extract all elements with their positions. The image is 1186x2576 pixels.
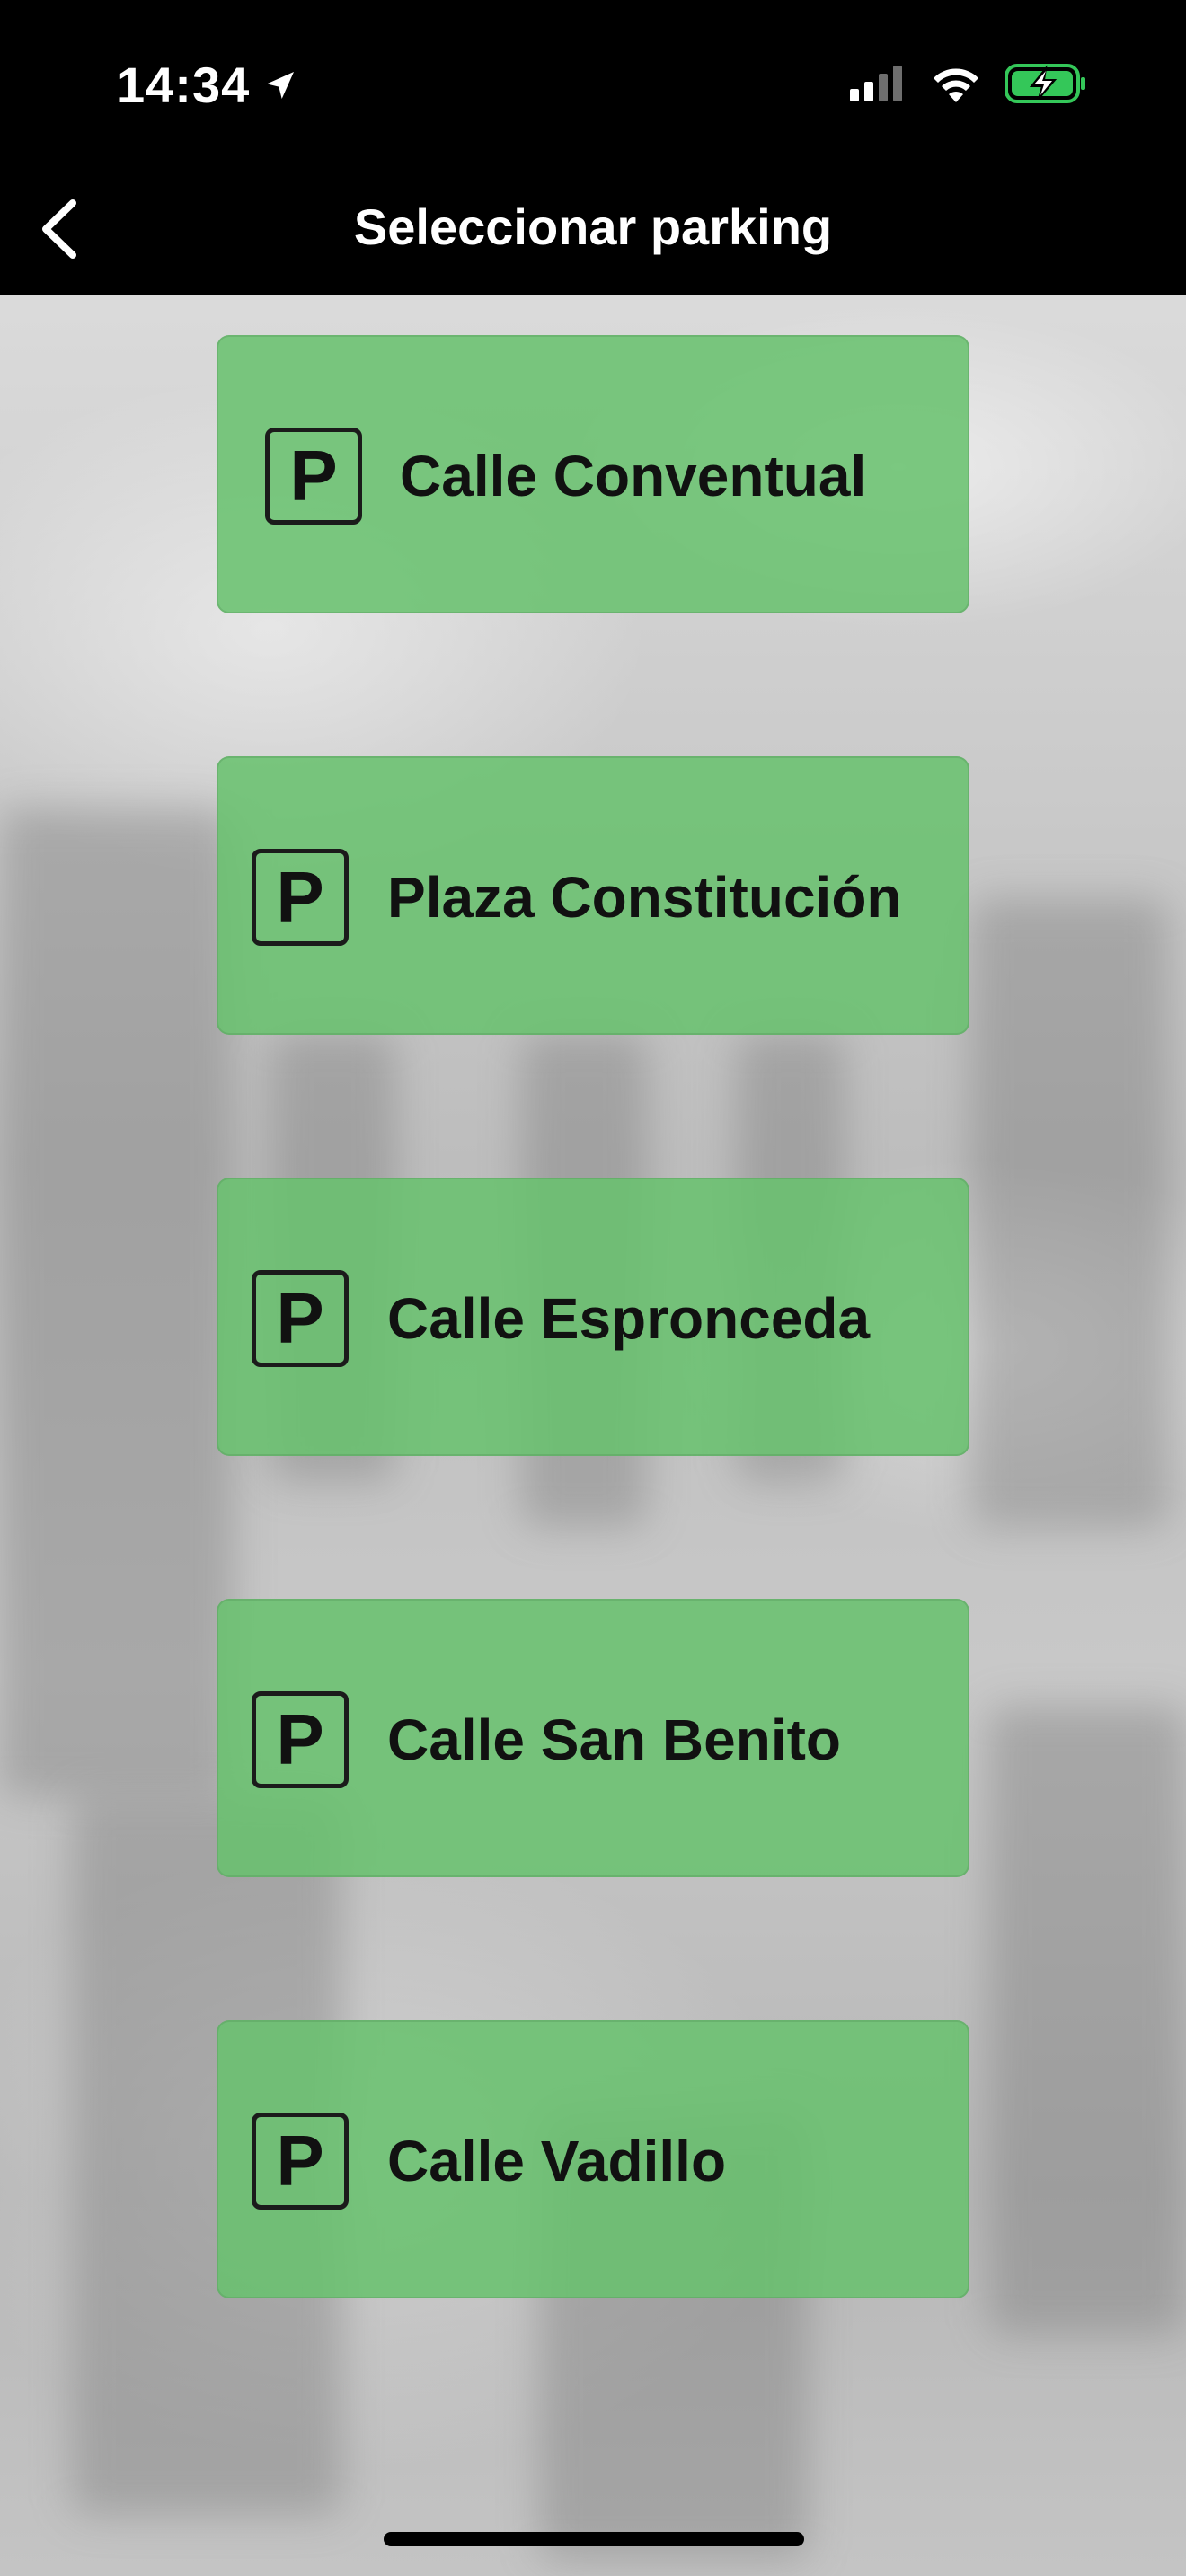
parking-button-calle-vadillo[interactable]: P Calle Vadillo (217, 2020, 969, 2298)
parking-label: Calle San Benito (387, 1707, 841, 1772)
parking-label: Calle Espronceda (387, 1286, 871, 1351)
parking-icon: P (252, 1691, 349, 1788)
parking-button-plaza-constitucion[interactable]: P Plaza Constitución (217, 756, 969, 1035)
parking-button-calle-espronceda[interactable]: P Calle Espronceda (217, 1178, 969, 1456)
parking-button-calle-conventual[interactable]: P Calle Conventual (217, 335, 969, 613)
parking-button-calle-san-benito[interactable]: P Calle San Benito (217, 1599, 969, 1877)
parking-icon: P (252, 2113, 349, 2210)
parking-label: Plaza Constitución (387, 865, 902, 930)
parking-icon: P (252, 1270, 349, 1367)
parking-list: P Calle Conventual P Plaza Constitución … (0, 0, 1186, 2576)
home-indicator[interactable] (384, 2532, 804, 2546)
parking-icon: P (265, 428, 362, 525)
parking-label: Calle Conventual (400, 444, 867, 508)
parking-icon: P (252, 849, 349, 946)
parking-label: Calle Vadillo (387, 2129, 727, 2193)
